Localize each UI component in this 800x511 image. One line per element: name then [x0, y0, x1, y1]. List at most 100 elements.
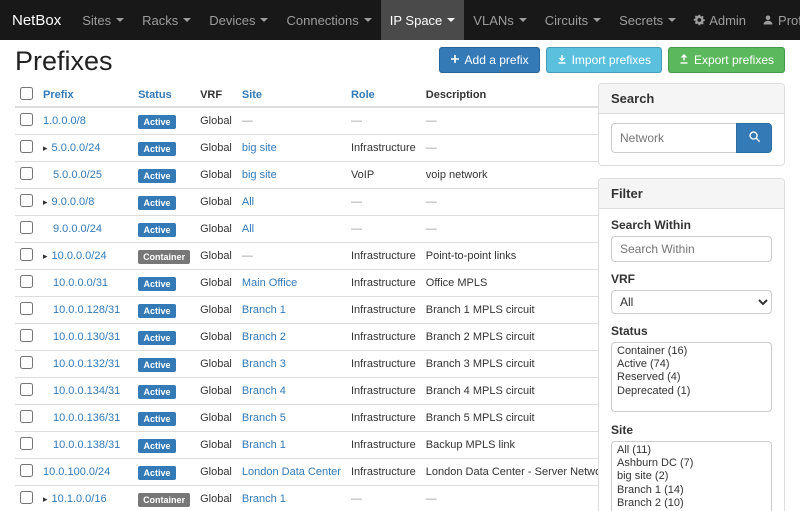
role-cell: Infrastructure: [346, 135, 421, 162]
nav-item-connections[interactable]: Connections: [277, 0, 380, 40]
site-link[interactable]: Branch 5: [242, 412, 286, 424]
row-checkbox[interactable]: [20, 356, 33, 369]
prefix-link[interactable]: 10.0.0.130/31: [53, 331, 120, 343]
row-checkbox[interactable]: [20, 302, 33, 315]
role-cell: Infrastructure: [346, 405, 421, 432]
site-link[interactable]: Branch 3: [242, 358, 286, 370]
nav-item-devices[interactable]: Devices: [200, 0, 277, 40]
row-checkbox[interactable]: [20, 113, 33, 126]
row-checkbox[interactable]: [20, 167, 33, 180]
site-link[interactable]: Branch 2: [242, 331, 286, 343]
select-option[interactable]: Container (16): [614, 345, 769, 358]
nav-item-vlans[interactable]: VLANs: [464, 0, 535, 40]
prefix-link[interactable]: 5.0.0.0/24: [52, 142, 101, 154]
site-link[interactable]: London Data Center: [242, 466, 341, 478]
search-input[interactable]: [611, 123, 736, 153]
role-cell: Infrastructure: [346, 297, 421, 324]
search-within-input[interactable]: [611, 236, 772, 262]
prefix-link[interactable]: 10.0.0.0/31: [53, 277, 108, 289]
expand-arrow-icon[interactable]: ▸: [43, 197, 48, 207]
site-cell: Branch 3: [237, 351, 346, 378]
site-link[interactable]: All: [242, 196, 254, 208]
nav-item-ip-space[interactable]: IP Space: [381, 0, 465, 40]
column-header-status[interactable]: Status: [138, 89, 172, 101]
select-option[interactable]: big site (2): [614, 470, 769, 483]
row-checkbox[interactable]: [20, 329, 33, 342]
nav-item-racks[interactable]: Racks: [133, 0, 200, 40]
select-all-checkbox[interactable]: [20, 87, 33, 100]
site-link[interactable]: Branch 1: [242, 304, 286, 316]
navbar-right: Admin Profile Log out: [685, 0, 800, 40]
export-prefixes-button[interactable]: Export prefixes: [668, 47, 785, 73]
site-select[interactable]: All (11)Ashburn DC (7)big site (2)Branch…: [611, 441, 772, 511]
row-checkbox[interactable]: [20, 140, 33, 153]
select-option[interactable]: Ashburn DC (7): [614, 457, 769, 470]
expand-arrow-icon[interactable]: ▸: [43, 494, 48, 504]
prefix-link[interactable]: 10.0.0.138/31: [53, 439, 120, 451]
select-option[interactable]: Active (74): [614, 358, 769, 371]
column-header-role[interactable]: Role: [351, 89, 375, 101]
expand-arrow-icon[interactable]: ▸: [43, 251, 48, 261]
nav-item-secrets[interactable]: Secrets: [610, 0, 685, 40]
row-checkbox[interactable]: [20, 410, 33, 423]
profile-link[interactable]: Profile: [754, 0, 800, 40]
chevron-down-icon: [183, 18, 191, 22]
column-header-prefix[interactable]: Prefix: [43, 89, 74, 101]
select-option[interactable]: Branch 1 (14): [614, 484, 769, 497]
status-select[interactable]: Container (16)Active (74)Reserved (4)Dep…: [611, 342, 772, 412]
nav-item-sites[interactable]: Sites: [73, 0, 133, 40]
site-link[interactable]: Main Office: [242, 277, 297, 289]
import-prefixes-button[interactable]: Import prefixes: [546, 47, 662, 73]
search-button[interactable]: [736, 123, 772, 153]
site-link[interactable]: big site: [242, 142, 277, 154]
description-cell: Branch 3 MPLS circuit: [421, 351, 616, 378]
description-cell: London Data Center - Server Network: [421, 459, 616, 486]
site-link[interactable]: All: [242, 223, 254, 235]
prefix-cell: ▸ 5.0.0.0/24: [38, 135, 133, 162]
profile-label: Profile: [778, 13, 800, 28]
row-checkbox[interactable]: [20, 275, 33, 288]
site-cell: Branch 1: [237, 297, 346, 324]
prefix-link[interactable]: 10.0.0.134/31: [53, 385, 120, 397]
row-checkbox[interactable]: [20, 248, 33, 261]
prefix-cell: 10.0.0.136/31: [38, 405, 133, 432]
prefix-link[interactable]: 9.0.0.0/8: [52, 196, 95, 208]
page-title: Prefixes: [15, 46, 439, 77]
prefix-link[interactable]: 10.0.0.0/24: [52, 250, 107, 262]
prefix-link[interactable]: 5.0.0.0/25: [53, 169, 102, 181]
row-checkbox[interactable]: [20, 194, 33, 207]
prefix-link[interactable]: 10.0.0.132/31: [53, 358, 120, 370]
column-header-site[interactable]: Site: [242, 89, 262, 101]
prefix-link[interactable]: 10.1.0.0/16: [52, 493, 107, 505]
prefix-link[interactable]: 10.0.100.0/24: [43, 466, 110, 478]
vrf-select[interactable]: All: [611, 290, 772, 314]
prefix-link[interactable]: 9.0.0.0/24: [53, 223, 102, 235]
row-checkbox[interactable]: [20, 437, 33, 450]
nav-item-circuits[interactable]: Circuits: [536, 0, 610, 40]
chevron-down-icon: [668, 18, 676, 22]
prefix-link[interactable]: 10.0.0.136/31: [53, 412, 120, 424]
add-prefix-button[interactable]: Add a prefix: [439, 47, 540, 73]
select-option[interactable]: Branch 2 (10): [614, 497, 769, 510]
select-option[interactable]: Deprecated (1): [614, 385, 769, 398]
site-link[interactable]: Branch 1: [242, 493, 286, 505]
vrf-cell: Global: [195, 243, 237, 270]
admin-link[interactable]: Admin: [685, 0, 754, 40]
select-option[interactable]: Reserved (4): [614, 371, 769, 384]
prefix-link[interactable]: 10.0.0.128/31: [53, 304, 120, 316]
table-row: 10.0.0.134/31ActiveGlobalBranch 4Infrast…: [15, 378, 615, 405]
prefix-cell: 10.0.0.138/31: [38, 432, 133, 459]
row-checkbox[interactable]: [20, 383, 33, 396]
site-link[interactable]: Branch 1: [242, 439, 286, 451]
site-link[interactable]: Branch 4: [242, 385, 286, 397]
row-checkbox[interactable]: [20, 491, 33, 504]
search-panel-title: Search: [599, 84, 784, 114]
brand-logo[interactable]: NetBox: [0, 0, 73, 40]
row-checkbox[interactable]: [20, 464, 33, 477]
site-link[interactable]: big site: [242, 169, 277, 181]
row-checkbox[interactable]: [20, 221, 33, 234]
site-cell: big site: [237, 162, 346, 189]
expand-arrow-icon[interactable]: ▸: [43, 143, 48, 153]
prefix-link[interactable]: 1.0.0.0/8: [43, 115, 86, 127]
select-option[interactable]: All (11): [614, 444, 769, 457]
